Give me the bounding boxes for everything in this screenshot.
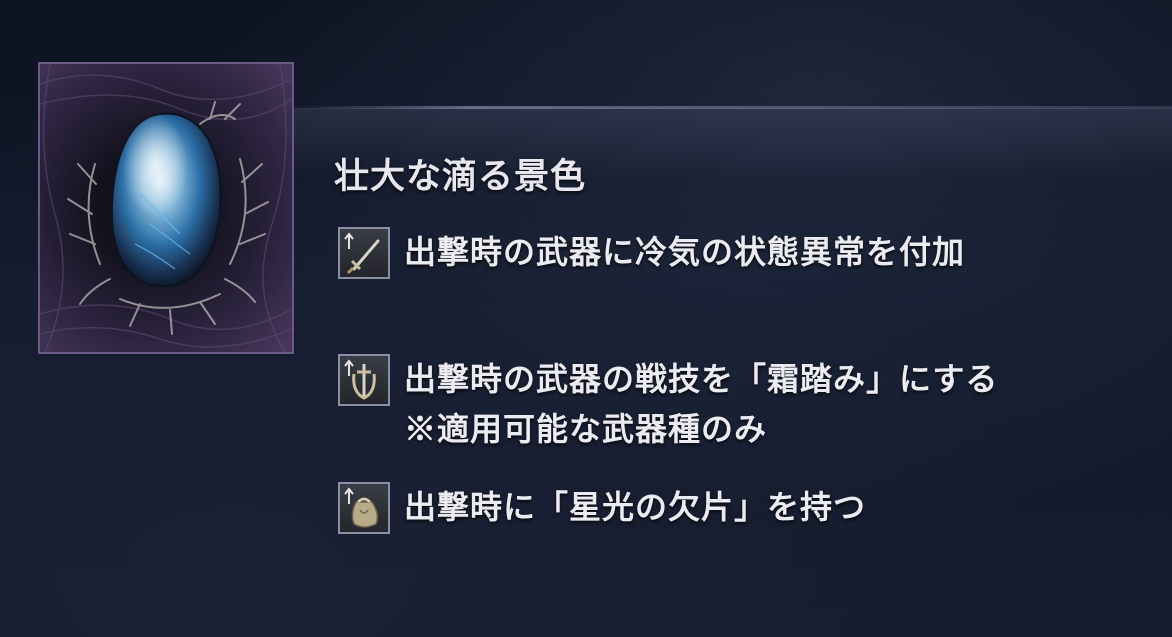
effect-line: 出撃時の武器に冷気の状態異常を付加 — [404, 233, 966, 271]
sword-with-up-arrow-icon — [338, 227, 390, 279]
effect-row: 出撃時に「星光の欠片」を持つ — [338, 482, 866, 534]
effect-text: 出撃時の武器に冷気の状態異常を付加 — [404, 227, 965, 277]
effect-line: 出撃時の武器の戦技を「霜踏み」にする — [404, 360, 999, 398]
pouch-with-up-arrow-icon — [338, 482, 390, 534]
crossed-sword-shield-up-arrow-icon — [338, 354, 390, 406]
effect-text: 出撃時の武器の戦技を「霜踏み」にする ※適用可能な武器種のみ — [404, 354, 998, 454]
relic-name: 壮大な滴る景色 — [334, 156, 587, 197]
blue-gemstone-in-branches-icon — [40, 64, 292, 352]
relic-image-frame — [38, 62, 294, 354]
effect-line: 出撃時に「星光の欠片」を持つ — [404, 488, 867, 526]
effect-row: 出撃時の武器に冷気の状態異常を付加 — [338, 227, 965, 279]
header-divider — [294, 106, 1172, 109]
effect-note-line: ※適用可能な武器種のみ — [404, 410, 768, 448]
effect-text: 出撃時に「星光の欠片」を持つ — [404, 482, 866, 532]
effect-row: 出撃時の武器の戦技を「霜踏み」にする ※適用可能な武器種のみ — [338, 354, 998, 454]
